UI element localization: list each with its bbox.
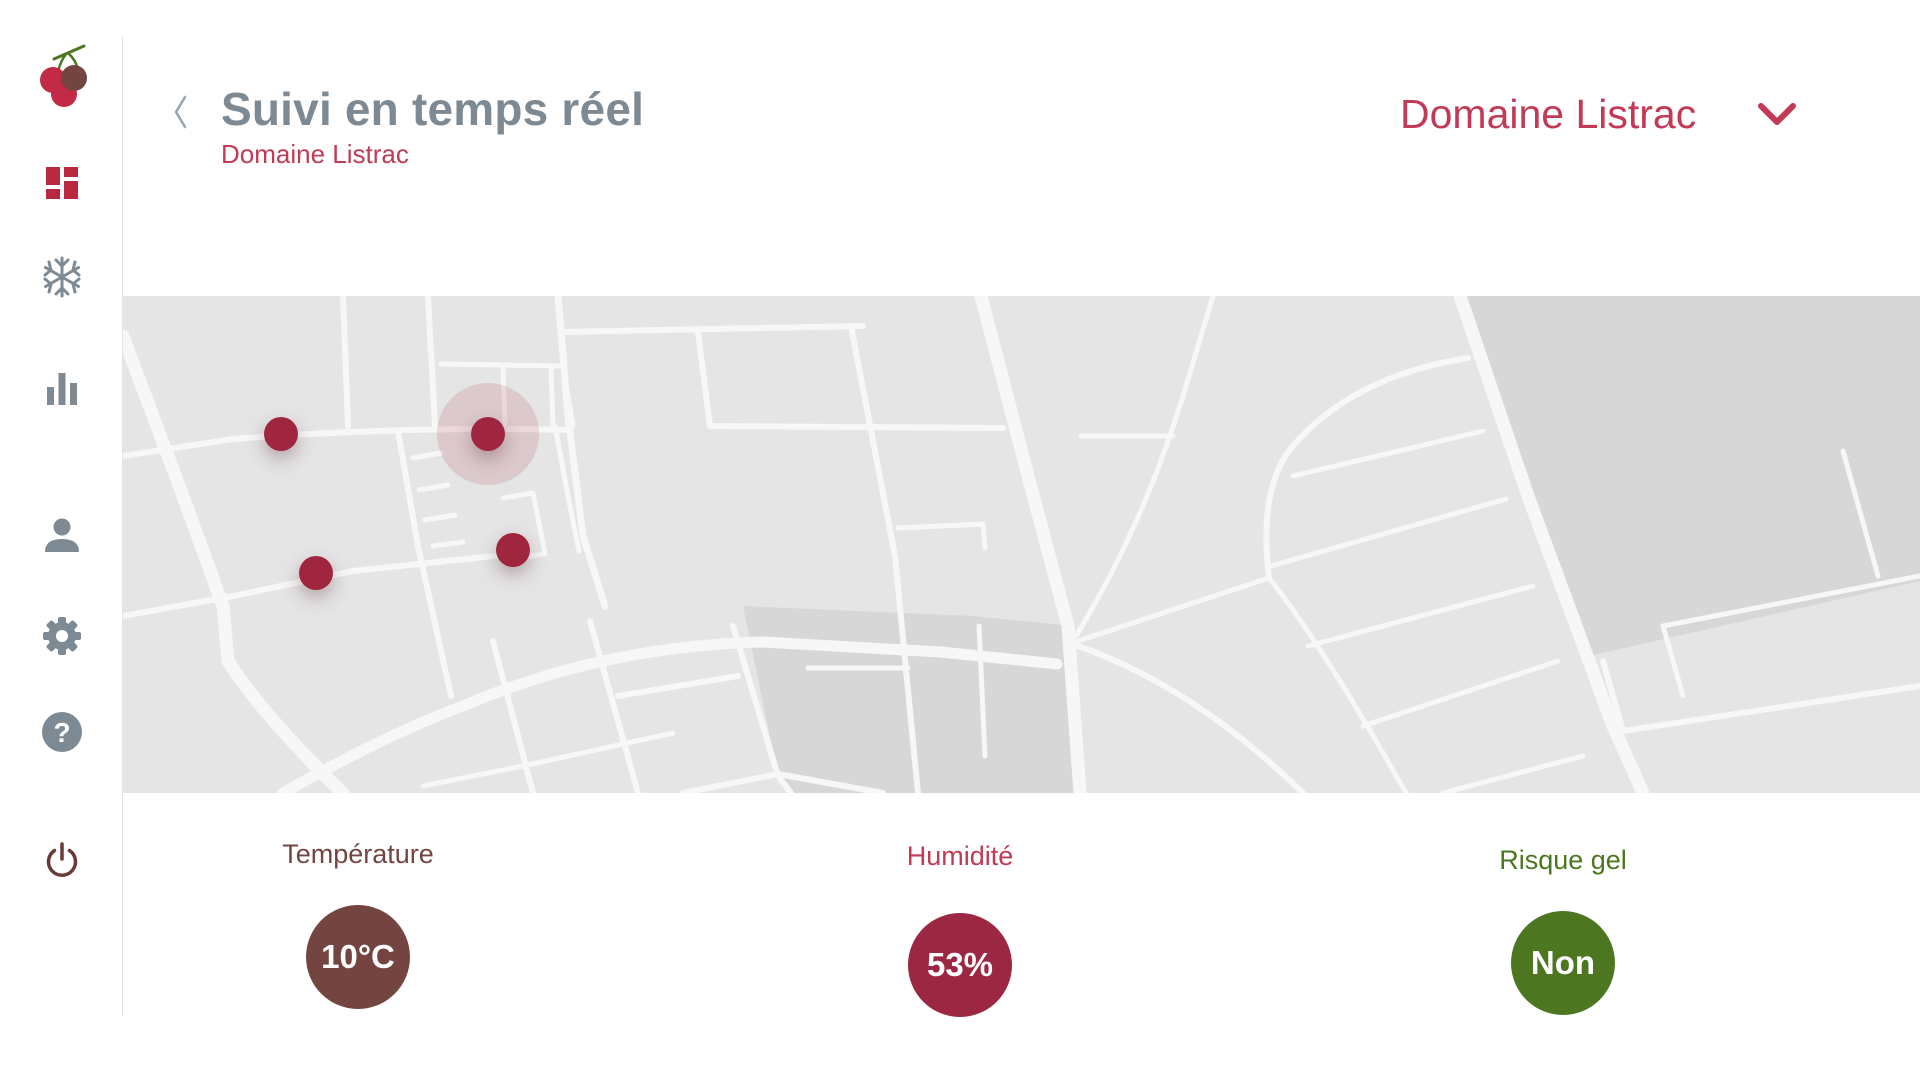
metric-label-humidity: Humidité [906,841,1014,871]
metric-value-frost-risk: Non [1530,944,1596,981]
snowflake-icon [43,256,81,298]
map-marker-sensor-2-active[interactable] [471,417,505,451]
street-map [123,296,1920,793]
metric-temperature: Température 10°C [208,839,508,1019]
grapes-logo-icon[interactable] [34,42,98,114]
user-icon [45,518,79,552]
power-icon [46,842,78,877]
sidebar-item-settings[interactable] [30,606,94,666]
dashboard-icon [46,167,78,199]
metric-frost-risk: Risque gel Non [1413,845,1713,1025]
metric-value-humidity: 53% [926,946,994,983]
map[interactable] [123,296,1920,793]
sidebar-item-dashboard[interactable] [30,153,94,213]
metric-label-frost-risk: Risque gel [1499,845,1627,875]
svg-text:?: ? [53,717,70,748]
chevron-down-icon [1754,94,1800,134]
bar-chart-icon [47,373,77,405]
gear-icon [43,617,81,655]
sidebar-item-frost[interactable] [30,247,94,307]
sidebar-item-statistics[interactable] [30,358,94,418]
map-marker-sensor-4[interactable] [496,533,530,567]
frost-risk-badge: Non [1511,911,1615,1015]
temperature-badge: 10°C [306,905,410,1009]
map-marker-sensor-1[interactable] [264,417,298,451]
sidebar: ? [0,0,123,1080]
page-subtitle: Domaine Listrac [221,139,409,169]
metric-humidity: Humidité 53% [810,841,1110,1021]
back-button[interactable] [164,88,196,136]
sidebar-item-help[interactable]: ? [30,702,94,762]
metric-label-temperature: Température [282,839,434,869]
page-title: Suivi en temps réel [221,83,645,135]
estate-select-value: Domaine Listrac [1400,90,1697,137]
estate-select[interactable]: Domaine Listrac [1400,84,1800,144]
metric-value-temperature: 10°C [321,938,395,975]
sidebar-item-logout[interactable] [30,830,94,890]
help-icon: ? [42,712,82,752]
humidity-badge: 53% [908,913,1012,1017]
chevron-left-icon [174,95,187,129]
sidebar-item-account[interactable] [30,505,94,565]
map-marker-sensor-3[interactable] [299,556,333,590]
